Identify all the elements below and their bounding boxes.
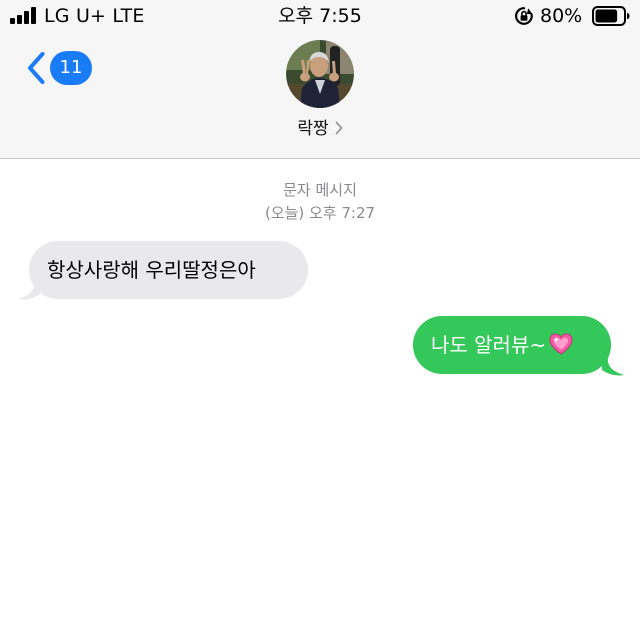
thread-timestamp: (오늘) 오후 7:27 — [264, 204, 376, 222]
rotation-lock-icon — [515, 7, 533, 25]
incoming-message-bubble[interactable]: 항상사랑해 우리딸정은아 — [29, 241, 308, 299]
status-time: 오후 7:55 — [278, 5, 362, 27]
status-bar: LG U+ LTE 오후 7:55 80% — [0, 0, 640, 34]
battery-percent: 80% — [540, 5, 583, 27]
battery-icon — [592, 6, 630, 26]
contact-name: 락짱 — [297, 119, 329, 139]
contact-avatar[interactable] — [286, 40, 354, 108]
message-type-label: 문자 메시지 — [283, 181, 357, 199]
back-button[interactable]: 11 — [22, 48, 102, 88]
conversation-header: LG U+ LTE 오후 7:55 80% 11 락짱 — [0, 0, 640, 159]
contact-name-button[interactable]: 락짱 — [270, 114, 370, 144]
contact-photo — [286, 40, 354, 108]
chevron-right-icon — [335, 121, 342, 134]
signal-bars-icon — [10, 7, 40, 24]
back-chevron-icon — [28, 52, 45, 84]
outgoing-message-bubble[interactable]: 나도 알러뷰~ — [413, 316, 611, 374]
sparkling-heart-icon — [549, 333, 573, 355]
incoming-message-text: 항상사랑해 우리딸정은아 — [47, 258, 256, 282]
carrier-label: LG U+ LTE — [44, 5, 145, 27]
outgoing-message-text: 나도 알러뷰~ — [431, 333, 547, 357]
unread-count-badge: 11 — [50, 51, 92, 85]
